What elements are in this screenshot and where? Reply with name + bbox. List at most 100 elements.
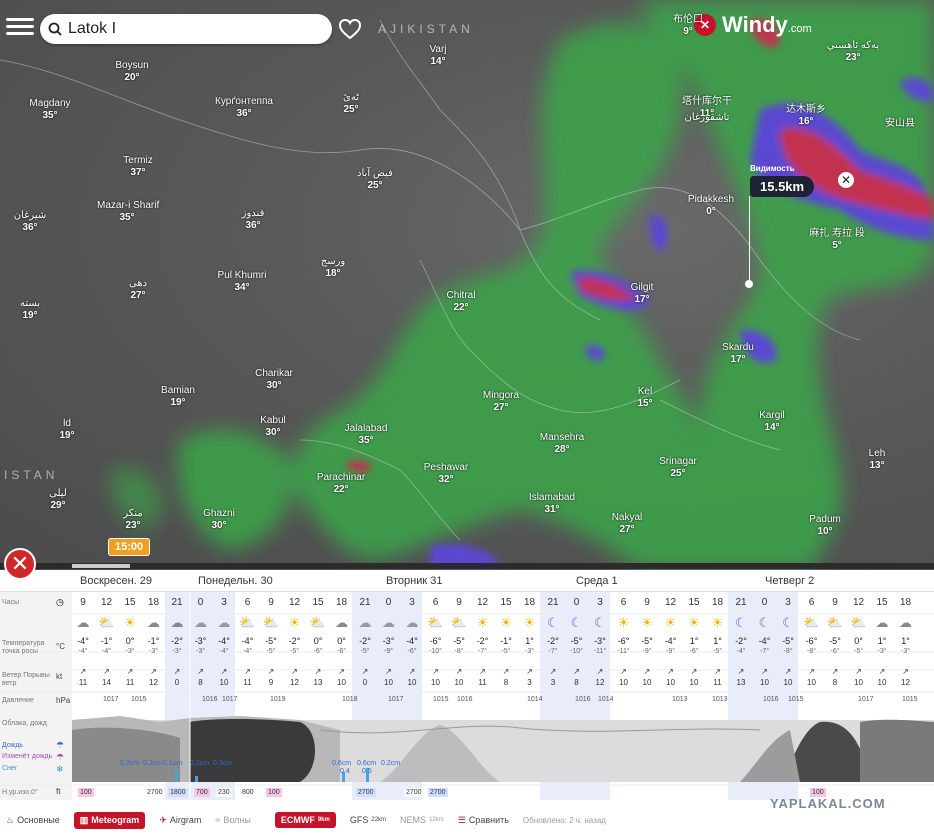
temp-value: -6° xyxy=(429,636,442,646)
city-label[interactable]: فيض آباد 25° xyxy=(345,168,405,192)
dewpoint-value: -10° xyxy=(570,648,583,655)
city-label[interactable]: Skardu 17° xyxy=(708,342,768,366)
city-label[interactable]: بسته 19° xyxy=(0,298,60,322)
picker-dot[interactable] xyxy=(745,280,753,288)
wind-value: 10 xyxy=(854,678,863,687)
city-label[interactable]: 布伦口 9° xyxy=(658,14,718,38)
city-temp: 14° xyxy=(764,422,780,433)
city-name: Pul Khumri xyxy=(217,270,267,281)
hour-label: 15 xyxy=(688,597,700,608)
model-ecmwf[interactable]: ECMWF 9km xyxy=(274,812,336,828)
hour-label: 9 xyxy=(80,597,86,608)
hour-label: 18 xyxy=(147,597,160,608)
city-label[interactable]: Pidakkesh 0° xyxy=(681,194,741,218)
city-label[interactable]: Mingora 27° xyxy=(471,390,531,414)
wind-value: 10 xyxy=(783,678,793,687)
weather-map[interactable]: AJIKISTAN ISTAN ✕ Windy .com Boysun20° Ma… xyxy=(0,0,934,570)
city-label[interactable]: Varj 14° xyxy=(408,44,468,68)
day-label: Четверг 2 xyxy=(765,575,815,587)
wind-value: 3 xyxy=(550,678,556,687)
dewpoint-value: -9° xyxy=(665,648,676,655)
city-label[interactable]: ورسج 18° xyxy=(303,256,363,280)
model-gfs[interactable]: GFS 22km xyxy=(350,815,386,825)
city-label[interactable]: دهی 27° xyxy=(108,278,168,302)
tab-basic[interactable]: ♨ Основные xyxy=(6,815,60,826)
compare-button[interactable]: ☰ Сравнить xyxy=(458,815,509,826)
city-name: ورسج xyxy=(320,256,346,267)
city-label[interactable]: Magdany 35° xyxy=(20,98,80,122)
pressure-value: 1015 xyxy=(788,696,804,703)
rain-amount: 0.6cm xyxy=(357,760,377,767)
city-label[interactable]: Pul Khumri 34° xyxy=(212,270,272,294)
wind-value: 10 xyxy=(877,678,887,687)
search-input[interactable] xyxy=(68,20,308,38)
city-name: Skardu xyxy=(722,342,754,353)
row-label-hours: Часы xyxy=(2,599,20,606)
menu-button[interactable] xyxy=(6,14,34,40)
city-label[interactable]: Peshawar 32° xyxy=(416,462,476,486)
timeline-bar[interactable] xyxy=(0,563,934,569)
city-label[interactable]: يەكە ئاھسىي 23° xyxy=(823,40,883,64)
wind-arrow: ↗ xyxy=(173,667,181,676)
city-name: Islamabad xyxy=(528,492,576,503)
city-label[interactable]: منکر 23° xyxy=(103,508,163,532)
unit-pressure[interactable]: hPa xyxy=(56,696,70,705)
temp-value: 1° xyxy=(901,636,910,646)
city-label[interactable]: Gilgit 17° xyxy=(612,282,672,306)
city-label[interactable]: 安山县 xyxy=(870,118,930,130)
city-label[interactable]: Boysun 20° xyxy=(102,60,162,84)
city-temp: 19° xyxy=(59,430,75,441)
city-label[interactable]: Mansehra 28° xyxy=(532,432,592,456)
city-label[interactable]: Islamabad 31° xyxy=(522,492,582,516)
city-temp: 27° xyxy=(619,524,635,535)
city-label[interactable]: Chitral 22° xyxy=(431,290,491,314)
city-name: Jalalabad xyxy=(344,423,388,434)
model-nems[interactable]: NEMS 12km xyxy=(400,815,444,825)
city-label[interactable]: 麻扎 寿拉 段 5° xyxy=(807,228,867,252)
timeline-current[interactable]: 15:00 xyxy=(108,538,151,556)
city-label[interactable]: تاشقۇرغان xyxy=(677,112,737,124)
temp-value: -4° xyxy=(77,636,89,646)
city-label[interactable]: Kargil 14° xyxy=(742,410,802,434)
tab-waves[interactable]: ≈ Волны xyxy=(215,815,250,825)
city-label[interactable]: 达木斯乡 16° xyxy=(776,104,836,128)
city-label[interactable]: Charikar 30° xyxy=(244,368,304,392)
temp-value: -1° xyxy=(147,636,160,646)
city-label[interactable]: Bamian 19° xyxy=(148,385,208,409)
search-bar[interactable] xyxy=(40,14,332,44)
heart-icon[interactable] xyxy=(338,18,362,40)
city-label[interactable]: قندوز 36° xyxy=(223,208,283,232)
city-label[interactable]: Srinagar 25° xyxy=(648,456,708,480)
wind-arrow: ↗ xyxy=(267,667,275,676)
city-label[interactable]: Termiz 37° xyxy=(108,155,168,179)
city-label[interactable]: شيرغان 36° xyxy=(0,210,60,234)
unit-wind[interactable]: kt xyxy=(56,672,62,681)
tab-meteogram[interactable]: ▥ Meteogram xyxy=(73,811,146,829)
city-label[interactable]: ٹەئ 25° xyxy=(321,92,381,116)
city-label[interactable]: ld 19° xyxy=(37,418,97,442)
weather-icon: ⛅ xyxy=(239,615,256,630)
city-label[interactable]: Kabul 30° xyxy=(243,415,303,439)
dewpoint-value: -11° xyxy=(593,648,607,655)
unit-freezing-level[interactable]: ft xyxy=(56,787,60,796)
tab-airgram[interactable]: ✈ Airgram xyxy=(159,815,201,826)
city-name: Srinagar xyxy=(659,456,697,467)
city-label[interactable]: Padum 10° xyxy=(795,514,855,538)
temp-value: -2° xyxy=(359,636,371,646)
city-label[interactable]: Nakyal 27° xyxy=(597,512,657,536)
close-icon[interactable]: ✕ xyxy=(838,172,854,188)
city-label[interactable]: Mazar-i Sharif 35° xyxy=(97,200,159,224)
city-label[interactable]: Parachinar 22° xyxy=(311,472,371,496)
city-label[interactable]: Leh 13° xyxy=(847,448,907,472)
city-label[interactable]: Kel 15° xyxy=(615,386,675,410)
wind-value: 10 xyxy=(642,678,652,687)
city-label[interactable]: Jalalabad 35° xyxy=(336,423,396,447)
city-label[interactable]: Ghazni 30° xyxy=(189,508,249,532)
weather-icon: ☁ xyxy=(147,615,160,630)
weather-icon: ☁ xyxy=(875,615,889,630)
city-label[interactable]: ليلی 29° xyxy=(28,488,88,512)
city-label[interactable]: Курґонтеппа 36° xyxy=(214,96,274,120)
temp-value: -5° xyxy=(570,636,583,646)
unit-temp[interactable]: °C xyxy=(56,642,65,651)
close-forecast-button[interactable]: ✕ xyxy=(4,548,36,580)
